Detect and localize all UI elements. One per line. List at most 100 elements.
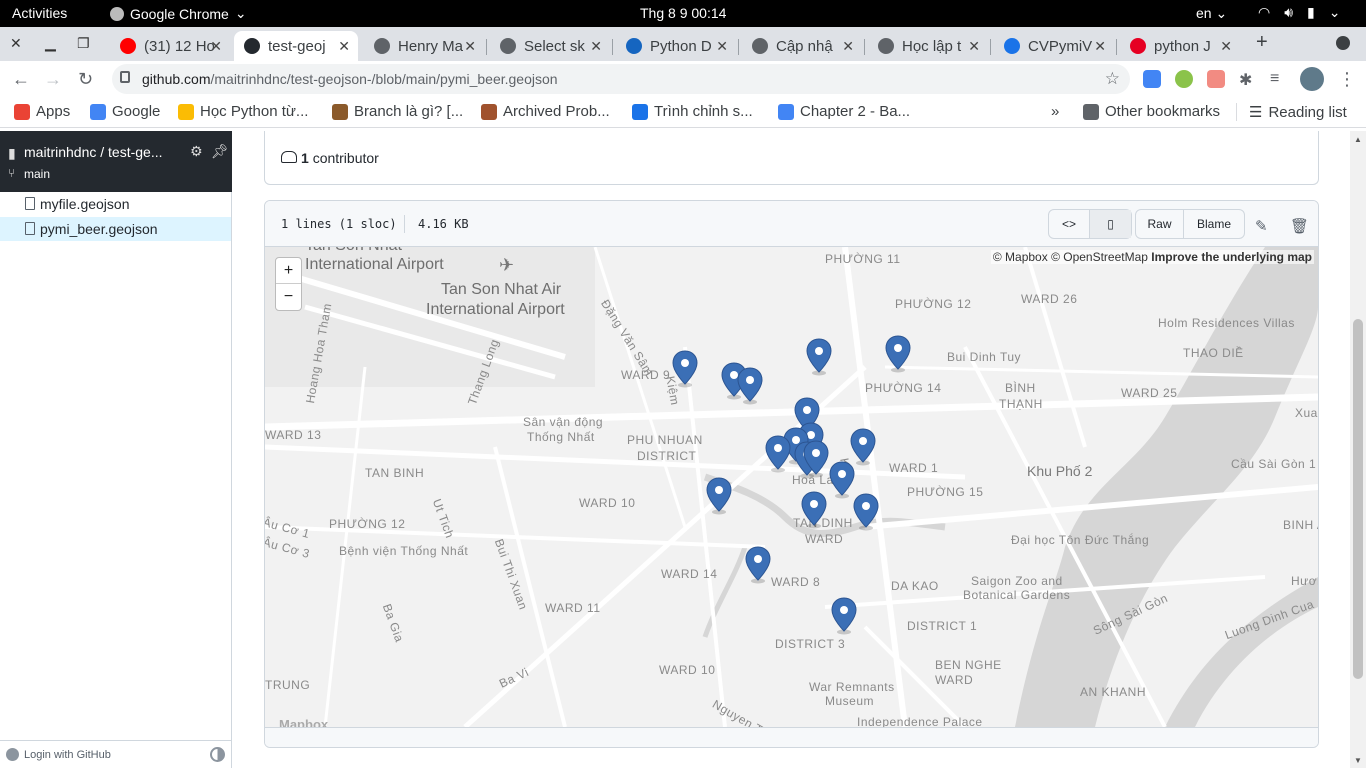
map-marker-icon[interactable] bbox=[765, 435, 791, 473]
geojson-map[interactable]: Tan Son NhatInternational AirportTan Son… bbox=[265, 247, 1318, 727]
delete-trash-icon[interactable]: 🗑︎ bbox=[1290, 217, 1309, 235]
close-tab-icon[interactable]: ✕ bbox=[590, 38, 602, 55]
tab[interactable]: (31) 12 Ho ✕ bbox=[110, 31, 230, 61]
repo-name[interactable]: maitrinhdnc / test-ge... bbox=[24, 144, 169, 160]
improve-map-link[interactable]: Improve the underlying map bbox=[1151, 250, 1312, 264]
globe-icon bbox=[500, 38, 516, 54]
tab[interactable]: test-geoj ✕ bbox=[234, 31, 358, 61]
map-marker-icon[interactable] bbox=[745, 546, 771, 584]
restore-icon[interactable]: ❐ bbox=[77, 35, 90, 52]
edit-pencil-icon[interactable]: ✎ bbox=[1255, 217, 1268, 235]
chrome-menu-icon[interactable]: ⋮ bbox=[1338, 69, 1356, 90]
other-bookmarks-label: Other bookmarks bbox=[1105, 103, 1221, 120]
extension-icon[interactable] bbox=[1207, 70, 1225, 88]
source-view-button[interactable]: <> bbox=[1049, 210, 1090, 238]
address-bar[interactable]: github.com/maitrinhdnc/test-geojson-/blo… bbox=[112, 64, 1130, 94]
zoom-out-button[interactable]: − bbox=[276, 284, 301, 310]
battery-icon: ▮ bbox=[1307, 4, 1315, 20]
map-label: AN KHANH bbox=[1080, 685, 1147, 699]
map-marker-icon[interactable] bbox=[801, 491, 827, 529]
scrollbar-thumb[interactable] bbox=[1353, 319, 1363, 679]
close-tab-icon[interactable]: ✕ bbox=[716, 38, 728, 55]
map-marker-icon[interactable] bbox=[885, 335, 911, 373]
scroll-down-icon[interactable]: ▼ bbox=[1354, 756, 1362, 765]
bookmark-label: Học Python từ... bbox=[200, 103, 309, 120]
map-marker-icon[interactable] bbox=[803, 440, 829, 478]
language-indicator[interactable]: en ⌄ bbox=[1196, 5, 1227, 22]
bookmarks-overflow-button[interactable]: » bbox=[1051, 103, 1059, 120]
bookmark-item[interactable]: Học Python từ... bbox=[178, 103, 308, 120]
map-label: PHU NHUAN bbox=[627, 433, 703, 447]
sidebar-file-pymi-beer[interactable]: pymi_beer.geojson bbox=[0, 217, 231, 241]
tab[interactable]: Select sk ✕ bbox=[490, 31, 610, 61]
tab[interactable]: Học lập t ✕ bbox=[868, 31, 988, 61]
raw-button[interactable]: Raw bbox=[1136, 210, 1184, 238]
tab-divider bbox=[738, 39, 739, 55]
settings-gear-icon[interactable]: ⚙ bbox=[190, 143, 203, 160]
zoom-in-button[interactable]: + bbox=[276, 258, 301, 284]
map-marker-icon[interactable] bbox=[831, 597, 857, 635]
reading-list[interactable]: ☰ Reading list bbox=[1236, 103, 1347, 121]
tab[interactable]: Henry Ma ✕ bbox=[364, 31, 484, 61]
map-label: Holm Residences Villas bbox=[1158, 316, 1295, 330]
blame-button[interactable]: Blame bbox=[1184, 210, 1244, 238]
login-with-github-link[interactable]: Login with GitHub bbox=[24, 749, 111, 761]
tab[interactable]: Cập nhậ ✕ bbox=[742, 31, 862, 61]
lock-icon[interactable] bbox=[120, 71, 130, 83]
bookmark-item[interactable]: Chapter 2 - Ba... bbox=[778, 103, 910, 120]
contributors-link[interactable]: 1 contributor bbox=[301, 150, 379, 166]
tab[interactable]: python J ✕ bbox=[1120, 31, 1240, 61]
system-tray[interactable]: ◠ 🔊︎ ▮ ⌄ bbox=[1258, 4, 1341, 21]
mapbox-attribution-link[interactable]: © Mapbox bbox=[993, 250, 1048, 264]
activities-button[interactable]: Activities bbox=[12, 5, 67, 21]
media-control-icon[interactable]: ≡ bbox=[1270, 70, 1288, 88]
url-text[interactable]: github.com/maitrinhdnc/test-geojson-/blo… bbox=[142, 71, 558, 87]
other-bookmarks[interactable]: Other bookmarks bbox=[1083, 103, 1220, 120]
forward-icon[interactable]: → bbox=[44, 69, 62, 90]
map-marker-icon[interactable] bbox=[806, 338, 832, 376]
close-tab-icon[interactable]: ✕ bbox=[464, 38, 476, 55]
map-marker-icon[interactable] bbox=[829, 461, 855, 499]
map-marker-icon[interactable] bbox=[853, 493, 879, 531]
minimize-icon[interactable]: ▁ bbox=[45, 35, 56, 52]
profile-avatar[interactable] bbox=[1300, 67, 1324, 91]
tab[interactable]: CVPymiV ✕ bbox=[994, 31, 1114, 61]
map-marker-icon[interactable] bbox=[672, 350, 698, 388]
close-tab-icon[interactable]: ✕ bbox=[338, 38, 350, 55]
tab-search-icon[interactable] bbox=[1336, 36, 1350, 50]
pin-icon[interactable]: 📌︎ bbox=[211, 143, 229, 160]
puzzle-extensions-icon[interactable]: ✱ bbox=[1239, 70, 1257, 89]
mapbox-logo[interactable]: Mapbox bbox=[279, 717, 328, 727]
bookmark-item[interactable]: Branch là gì? [... bbox=[332, 103, 463, 120]
extension-icon[interactable] bbox=[1175, 70, 1193, 88]
tab[interactable]: Python D ✕ bbox=[616, 31, 736, 61]
map-marker-icon[interactable] bbox=[737, 367, 763, 405]
close-tab-icon[interactable]: ✕ bbox=[842, 38, 854, 55]
clock[interactable]: Thg 8 9 00:14 bbox=[640, 5, 726, 21]
close-tab-icon[interactable]: ✕ bbox=[1094, 38, 1106, 55]
reload-icon[interactable]: ↻ bbox=[78, 69, 93, 90]
osm-attribution-link[interactable]: © OpenStreetMap bbox=[1051, 250, 1148, 264]
close-window-icon[interactable]: ✕ bbox=[10, 35, 22, 52]
theme-toggle-icon[interactable] bbox=[210, 747, 225, 762]
map-marker-icon[interactable] bbox=[706, 477, 732, 515]
bookmark-item[interactable]: Archived Prob... bbox=[481, 103, 610, 120]
bookmark-item[interactable]: Google bbox=[90, 103, 160, 120]
close-tab-icon[interactable]: ✕ bbox=[968, 38, 980, 55]
rendered-view-button[interactable]: ▯ bbox=[1090, 210, 1131, 238]
bookmark-mail-icon bbox=[778, 103, 794, 120]
map-label: BÌNH bbox=[1005, 381, 1036, 395]
bookmark-item[interactable]: Trình chỉnh s... bbox=[632, 103, 753, 120]
branch-name[interactable]: main bbox=[24, 167, 50, 181]
page-scrollbar[interactable]: ▲ ▼ bbox=[1350, 131, 1366, 768]
translate-extension-icon[interactable] bbox=[1143, 70, 1161, 88]
close-tab-icon[interactable]: ✕ bbox=[210, 38, 222, 55]
bookmark-item[interactable]: Apps bbox=[14, 103, 70, 120]
back-icon[interactable]: ← bbox=[12, 69, 30, 90]
close-tab-icon[interactable]: ✕ bbox=[1220, 38, 1232, 55]
bookmark-star-icon[interactable]: ☆ bbox=[1105, 69, 1120, 89]
new-tab-button[interactable]: + bbox=[1256, 31, 1268, 54]
sidebar-file-myfile[interactable]: myfile.geojson bbox=[0, 192, 231, 216]
scroll-up-icon[interactable]: ▲ bbox=[1354, 135, 1362, 144]
app-menu[interactable]: Google Chrome ⌄ bbox=[110, 5, 247, 22]
